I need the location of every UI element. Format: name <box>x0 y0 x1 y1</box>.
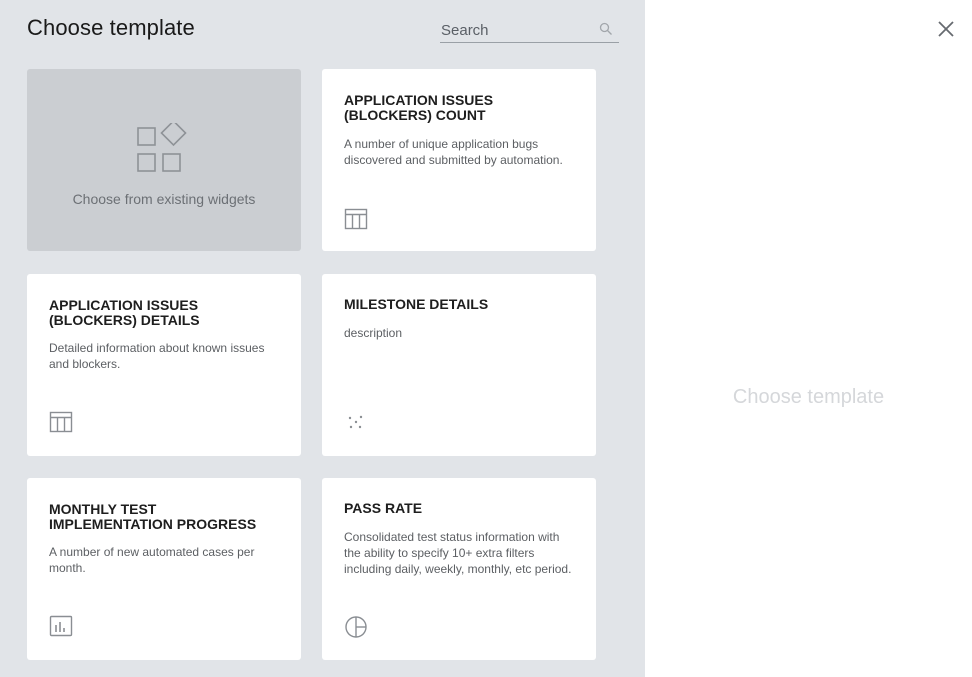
search-input[interactable] <box>441 20 591 40</box>
panel-title: Choose template <box>27 15 195 40</box>
template-description: A number of unique application bugs disc… <box>344 137 563 167</box>
template-description: Consolidated test status information wit… <box>344 530 572 576</box>
template-card-issues-count[interactable]: APPLICATION ISSUES (BLOCKERS) COUNT A nu… <box>322 69 596 251</box>
template-description: description <box>344 326 403 340</box>
template-description: A number of new automated cases per mont… <box>49 545 255 575</box>
search-box[interactable] <box>440 18 619 43</box>
template-card-milestone-details[interactable]: MILESTONE DETAILS description <box>322 274 596 456</box>
template-title: MILESTONE DETAILS <box>344 296 489 312</box>
widgets-grid-icon <box>137 123 187 172</box>
template-description: Detailed information about known issues … <box>49 341 265 371</box>
existing-widgets-card[interactable]: Choose from existing widgets <box>27 69 301 251</box>
template-title: APPLICATION ISSUES (BLOCKERS) DETAILS <box>49 297 200 328</box>
bar-chart-icon <box>49 615 73 637</box>
template-card-monthly-progress[interactable]: MONTHLY TEST IMPLEMENTATION PROGRESS A n… <box>27 478 301 660</box>
template-title: MONTHLY TEST IMPLEMENTATION PROGRESS <box>49 501 257 532</box>
preview-placeholder: Choose template <box>732 386 885 408</box>
preview-panel <box>645 0 972 677</box>
table-icon <box>344 208 368 230</box>
template-title: APPLICATION ISSUES (BLOCKERS) COUNT <box>344 92 494 123</box>
template-panel: Choose template Choose from existing wid… <box>0 0 645 677</box>
template-title: PASS RATE <box>344 500 423 516</box>
template-card-issues-details[interactable]: APPLICATION ISSUES (BLOCKERS) DETAILS De… <box>27 274 301 456</box>
table-icon <box>49 411 73 433</box>
close-icon[interactable] <box>935 18 957 40</box>
pie-chart-icon <box>345 616 367 638</box>
template-card-pass-rate[interactable]: PASS RATE Consolidated test status infor… <box>322 478 596 660</box>
scatter-icon <box>348 415 363 429</box>
search-icon[interactable] <box>599 22 613 36</box>
existing-widgets-label: Choose from existing widgets <box>72 191 256 207</box>
